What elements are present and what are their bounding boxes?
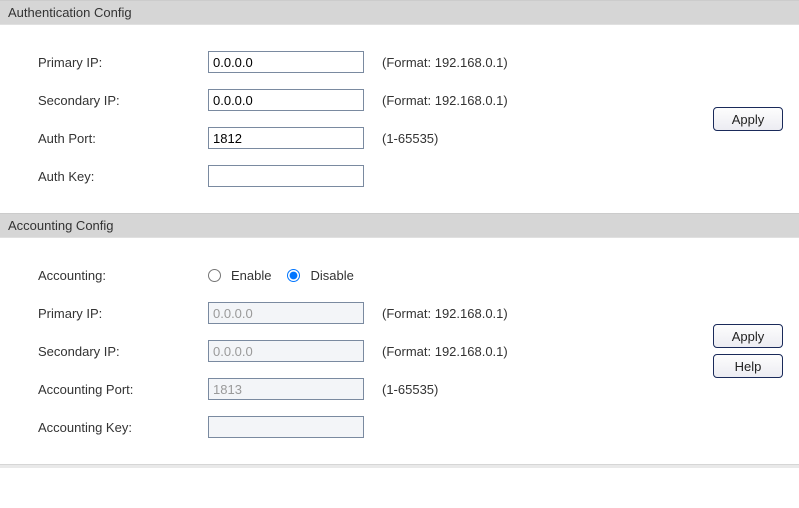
- acct-secondary-ip-input[interactable]: [208, 340, 364, 362]
- acct-config-header: Accounting Config: [0, 213, 799, 238]
- auth-primary-ip-label: Primary IP:: [38, 55, 208, 70]
- auth-actions: Apply: [508, 43, 799, 195]
- acct-disable-label[interactable]: Disable: [310, 268, 353, 283]
- auth-primary-ip-row: Primary IP: (Format: 192.168.0.1): [38, 43, 508, 81]
- auth-secondary-ip-hint: (Format: 192.168.0.1): [372, 93, 508, 108]
- acct-secondary-ip-row: Secondary IP: (Format: 192.168.0.1): [38, 332, 508, 370]
- auth-secondary-ip-row: Secondary IP: (Format: 192.168.0.1): [38, 81, 508, 119]
- acct-accounting-row: Accounting: Enable Disable: [38, 256, 508, 294]
- acct-primary-ip-label: Primary IP:: [38, 306, 208, 321]
- acct-config-body: Accounting: Enable Disable Primary IP: (…: [0, 238, 799, 464]
- acct-key-input[interactable]: [208, 416, 364, 438]
- acct-disable-radio[interactable]: [287, 269, 300, 282]
- acct-enable-radio[interactable]: [208, 269, 221, 282]
- auth-config-header: Authentication Config: [0, 0, 799, 25]
- acct-key-row: Accounting Key:: [38, 408, 508, 446]
- acct-key-label: Accounting Key:: [38, 420, 208, 435]
- auth-key-row: Auth Key:: [38, 157, 508, 195]
- acct-accounting-radio-group: Enable Disable: [208, 268, 508, 283]
- bottom-divider: [0, 464, 799, 468]
- acct-help-button[interactable]: Help: [713, 354, 783, 378]
- acct-apply-button[interactable]: Apply: [713, 324, 783, 348]
- acct-primary-ip-hint: (Format: 192.168.0.1): [372, 306, 508, 321]
- acct-port-row: Accounting Port: (1-65535): [38, 370, 508, 408]
- auth-secondary-ip-input[interactable]: [208, 89, 364, 111]
- acct-enable-label[interactable]: Enable: [231, 268, 271, 283]
- auth-key-input[interactable]: [208, 165, 364, 187]
- auth-primary-ip-hint: (Format: 192.168.0.1): [372, 55, 508, 70]
- auth-config-body: Primary IP: (Format: 192.168.0.1) Second…: [0, 25, 799, 213]
- acct-port-hint: (1-65535): [372, 382, 438, 397]
- auth-key-label: Auth Key:: [38, 169, 208, 184]
- auth-port-hint: (1-65535): [372, 131, 438, 146]
- auth-primary-ip-input[interactable]: [208, 51, 364, 73]
- auth-apply-button[interactable]: Apply: [713, 107, 783, 131]
- acct-accounting-label: Accounting:: [38, 268, 208, 283]
- acct-fields: Accounting: Enable Disable Primary IP: (…: [0, 256, 508, 446]
- acct-primary-ip-row: Primary IP: (Format: 192.168.0.1): [38, 294, 508, 332]
- auth-port-row: Auth Port: (1-65535): [38, 119, 508, 157]
- acct-primary-ip-input[interactable]: [208, 302, 364, 324]
- acct-actions: Apply Help: [508, 256, 799, 446]
- acct-port-input[interactable]: [208, 378, 364, 400]
- auth-fields: Primary IP: (Format: 192.168.0.1) Second…: [0, 43, 508, 195]
- acct-port-label: Accounting Port:: [38, 382, 208, 397]
- acct-secondary-ip-hint: (Format: 192.168.0.1): [372, 344, 508, 359]
- auth-port-input[interactable]: [208, 127, 364, 149]
- auth-port-label: Auth Port:: [38, 131, 208, 146]
- acct-secondary-ip-label: Secondary IP:: [38, 344, 208, 359]
- auth-secondary-ip-label: Secondary IP:: [38, 93, 208, 108]
